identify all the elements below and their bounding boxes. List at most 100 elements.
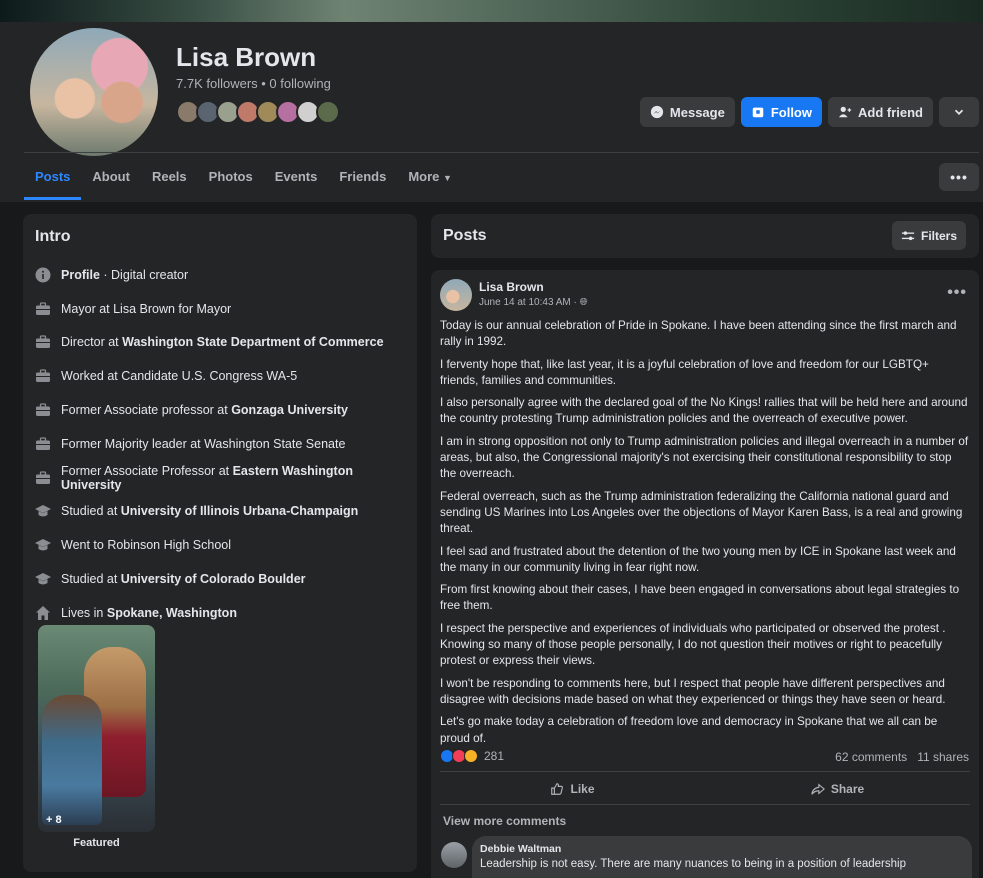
engagement-counts: 62 comments 11 shares [835, 750, 969, 764]
intro-item-text: Profile · Digital creator [61, 268, 188, 282]
follower-count[interactable]: 7.7K followers • 0 following [176, 76, 331, 91]
tab-photos[interactable]: Photos [198, 154, 264, 200]
divider [440, 804, 970, 805]
intro-item: Went to Robinson High School [35, 528, 415, 562]
comment-count[interactable]: 62 comments [835, 750, 907, 764]
intro-list: Profile · Digital creator Mayor at Lisa B… [35, 258, 415, 630]
cover-photo[interactable] [0, 0, 983, 22]
intro-item-link[interactable]: Spokane, Washington [107, 606, 237, 620]
briefcase-icon [35, 402, 51, 418]
intro-item: Studied at University of Illinois Urbana… [35, 495, 415, 529]
tab-more-label: More [408, 169, 440, 184]
post-actions: Like Share [440, 773, 970, 805]
add-person-icon [838, 106, 852, 118]
header-divider [24, 152, 979, 153]
intro-item-link[interactable]: Profile [61, 268, 100, 282]
message-label: Message [669, 104, 725, 120]
intro-item-link[interactable]: Gonzaga University [231, 403, 348, 417]
share-label: Share [830, 782, 865, 796]
intro-item-suffix: · Digital creator [99, 267, 189, 282]
post-body: Today is our annual celebration of Pride… [440, 318, 970, 753]
avatar[interactable] [441, 842, 467, 868]
person-figure [42, 695, 102, 825]
share-button[interactable]: Share [705, 773, 970, 805]
more-options-button[interactable]: ••• [939, 163, 979, 191]
post-card: Lisa Brown June 14 at 10:43 AM · 🌐︎ ••• … [431, 270, 979, 878]
tab-reels[interactable]: Reels [141, 154, 198, 200]
post-options-icon[interactable]: ••• [947, 284, 967, 302]
avatar[interactable] [316, 100, 340, 124]
post-timestamp[interactable]: June 14 at 10:43 AM · 🌐︎ [479, 297, 588, 308]
posts-header-card: Posts Filters [431, 214, 979, 258]
briefcase-icon [35, 301, 51, 317]
globe-icon: 🌐︎ [579, 297, 588, 308]
featured-label: Featured [73, 837, 120, 849]
reactions-summary[interactable]: 281 [440, 749, 504, 763]
comment-author[interactable]: Debbie Waltman [480, 843, 964, 855]
intro-item-text: Went to Robinson High School [61, 538, 231, 552]
intro-item: Studied at University of Colorado Boulde… [35, 562, 415, 596]
post-paragraph: I am in strong opposition not only to Tr… [440, 434, 969, 481]
share-count[interactable]: 11 shares [917, 750, 969, 764]
comment-bubble: Debbie Waltman Leadership is not easy. T… [472, 836, 972, 878]
tab-posts[interactable]: Posts [24, 154, 82, 200]
featured-count: + 8 [46, 814, 62, 826]
intro-item-prefix: Went to Robinson High School [61, 538, 232, 553]
briefcase-icon [35, 368, 51, 384]
add-friend-button[interactable]: Add friend [828, 97, 933, 127]
intro-item-link[interactable]: University of Colorado Boulder [121, 572, 306, 586]
follow-button[interactable]: Follow [740, 97, 822, 127]
post-paragraph: I feel sad and frustrated about the dete… [440, 544, 956, 574]
tab-more[interactable]: More ▼ [397, 154, 463, 200]
like-button[interactable]: Like [440, 773, 705, 805]
graduation-cap-icon [35, 503, 51, 519]
post-paragraph: From first knowing about their cases, I … [440, 583, 960, 613]
profile-avatar[interactable] [26, 24, 162, 160]
intro-item: Worked at Candidate U.S. Congress WA-5 [35, 359, 415, 393]
post-author[interactable]: Lisa Brown [479, 280, 544, 294]
intro-item-text: Former Majority leader at Washington Sta… [61, 437, 345, 451]
intro-item-text: Mayor at Lisa Brown for Mayor [61, 302, 231, 316]
intro-item-text: Studied at University of Illinois Urbana… [61, 504, 358, 518]
reaction-count: 281 [484, 749, 505, 763]
intro-item-prefix: Studied at [61, 572, 121, 587]
posts-title: Posts [443, 227, 487, 244]
intro-item-text: Worked at Candidate U.S. Congress WA-5 [61, 369, 297, 383]
featured-photo[interactable]: + 8 [38, 625, 155, 832]
intro-item: Profile · Digital creator [35, 258, 415, 292]
follow-icon [752, 107, 764, 118]
intro-item-link[interactable]: University of Illinois Urbana-Champaign [121, 504, 359, 518]
divider [440, 771, 970, 772]
mutual-avatars[interactable] [176, 100, 340, 124]
briefcase-icon [35, 470, 51, 486]
intro-card: Intro Profile · Digital creator Mayor at … [23, 214, 417, 872]
profile-name: Lisa Brown [176, 42, 317, 72]
intro-item-link[interactable]: Washington State Department of Commerce [122, 335, 383, 349]
intro-item-text: Former Associate professor at Gonzaga Un… [61, 403, 348, 417]
view-more-comments[interactable]: View more comments [443, 814, 566, 828]
intro-item-text: Former Associate Professor at Eastern Wa… [61, 464, 415, 492]
tab-friends[interactable]: Friends [328, 154, 397, 200]
profile-tabs: Posts About Reels Photos Events Friends … [24, 154, 463, 200]
tab-events[interactable]: Events [264, 154, 329, 200]
profile-actions: Message Follow Add friend [639, 97, 979, 127]
post-paragraph: Federal overreach, such as the Trump adm… [440, 489, 963, 536]
avatar[interactable] [440, 279, 472, 311]
intro-item-prefix: Former Associate Professor at [61, 463, 233, 478]
briefcase-icon [35, 436, 51, 452]
comment-text: Leadership is not easy. There are many n… [480, 858, 906, 870]
dropdown-button[interactable] [939, 97, 979, 127]
briefcase-icon [35, 334, 51, 350]
intro-item-prefix: Lives in [61, 605, 107, 620]
intro-item-prefix: Former Majority leader at Washington Sta… [61, 436, 346, 451]
caret-down-icon: ▼ [443, 173, 452, 183]
filters-button[interactable]: Filters [891, 221, 966, 250]
message-button[interactable]: Message [639, 97, 735, 127]
intro-item-prefix: Mayor at Lisa Brown for Mayor [61, 301, 232, 316]
post-paragraph: I respect the perspective and experience… [440, 621, 946, 668]
chevron-down-icon [954, 109, 964, 115]
info-icon [35, 267, 51, 283]
follow-label: Follow [770, 104, 812, 120]
thumbs-up-icon [551, 783, 564, 795]
tab-about[interactable]: About [81, 154, 141, 200]
